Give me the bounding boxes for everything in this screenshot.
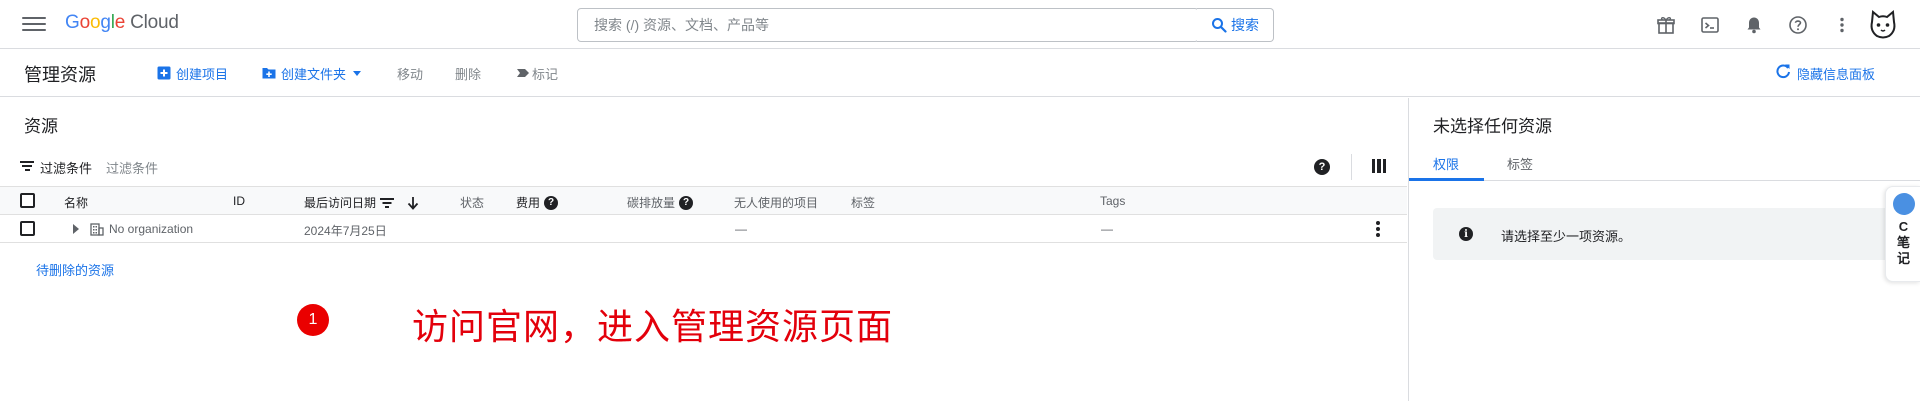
create-project-button[interactable]: 创建项目 [157,64,228,82]
select-all-checkbox[interactable] [20,193,35,208]
resources-title: 资源 [24,117,58,136]
chevron-down-icon [353,70,362,76]
step-number-badge: 1 [297,304,329,336]
carbon-help-icon[interactable]: ? [679,195,694,210]
annotation-text: 访问官网，进入管理资源页面 [412,307,894,348]
search-button[interactable]: 搜索 [1197,8,1274,42]
column-header-tags[interactable]: Tags [1100,194,1125,208]
help-icon[interactable] [1785,12,1811,38]
info-panel-tabs: 权限 标签 [1409,146,1920,181]
search-box [577,8,1199,42]
refresh-icon[interactable] [1774,62,1792,80]
help-icon[interactable]: ? [1314,159,1330,175]
more-vert-icon[interactable] [1829,12,1855,38]
folder-add-icon [262,68,276,79]
logo-cloud-text: Cloud [130,12,179,33]
info-message: 请选择至少一项资源。 [1501,229,1632,244]
side-widget-text: C 笔 记 [1896,219,1910,266]
filter-label[interactable]: 过滤条件 [40,158,92,177]
gift-icon[interactable] [1653,12,1679,38]
column-header-last-accessed[interactable]: 最后访问日期 [304,194,420,211]
delete-label: 删除 [455,66,482,82]
column-header-labels[interactable]: 标签 [851,194,875,211]
table-row[interactable]: No organization 2024年7月25日 — — [0,215,1407,243]
cat-avatar-icon [1870,10,1896,39]
filter-input[interactable]: 过滤条件 [106,158,158,177]
move-label: 移动 [397,66,424,82]
info-panel-title: 未选择任何资源 [1433,117,1552,136]
row-tags: — [1101,222,1113,236]
active-tab-indicator [1409,178,1484,181]
info-icon: i [1459,227,1473,241]
label-button[interactable]: 标记 [516,64,558,82]
column-display-icon[interactable] [1372,159,1386,173]
terminal-icon[interactable] [1697,12,1723,38]
tab-labels[interactable]: 标签 [1507,154,1533,173]
side-note-widget[interactable]: C 笔 记 [1885,186,1920,282]
cost-help-icon[interactable]: ? [544,195,559,210]
last-accessed-label: 最后访问日期 [304,196,377,210]
row-last-accessed: 2024年7月25日 [304,224,387,238]
organization-icon [90,223,104,236]
filter-list-icon[interactable] [20,161,34,173]
column-header-carbon[interactable]: 碳排放量 ? [627,194,694,211]
info-message-box: i 请选择至少一项资源。 [1433,208,1917,260]
info-panel: 未选择任何资源 权限 标签 i 请选择至少一项资源。 [1408,98,1920,401]
resources-panel: 资源 过滤条件 过滤条件 ? 名称 ID 最后访问日期 状态 费用 ? 碳排放量… [0,98,1407,401]
filter-bar: 过滤条件 过滤条件 ? [0,154,1407,184]
column-header-status[interactable]: 状态 [460,194,484,211]
table-header: 名称 ID 最后访问日期 状态 费用 ? 碳排放量 ? 无人使用的项目 标签 T… [0,186,1407,215]
column-filter-icon[interactable] [380,197,395,209]
avatar[interactable] [1866,8,1900,42]
row-checkbox[interactable] [20,221,35,236]
row-name[interactable]: No organization [109,222,193,236]
page-toolbar: 管理资源 创建项目 创建文件夹 移动 删除 标记 隐藏信息面板 [0,49,1920,97]
carbon-label: 碳排放量 [627,196,676,210]
add-box-icon [157,66,171,80]
hamburger-menu-icon[interactable] [18,12,50,36]
page-title: 管理资源 [24,65,96,85]
column-header-cost[interactable]: 费用 ? [516,194,559,211]
note-widget-icon [1893,193,1915,215]
search-icon [1212,18,1227,33]
create-project-label: 创建项目 [176,66,229,82]
hide-info-panel-button[interactable]: 隐藏信息面板 [1797,64,1875,83]
column-header-unused-projects[interactable]: 无人使用的项目 [734,194,818,211]
label-button-label: 标记 [532,66,559,82]
divider [1351,154,1352,180]
create-folder-button[interactable]: 创建文件夹 [262,64,362,82]
create-folder-label: 创建文件夹 [281,66,347,82]
row-more-vert-icon[interactable] [1376,221,1380,237]
search-input[interactable] [578,9,1198,41]
column-header-name[interactable]: 名称 [64,194,88,211]
column-header-id[interactable]: ID [233,194,245,208]
arrow-down-icon[interactable] [406,196,420,210]
top-bar: Google Cloud 搜索 [0,0,1920,49]
pending-deletion-link[interactable]: 待删除的资源 [36,260,114,279]
search-button-label: 搜索 [1231,17,1259,33]
row-unused: — [735,222,747,236]
bell-icon[interactable] [1741,12,1767,38]
google-cloud-logo[interactable]: Google Cloud [65,12,179,34]
move-button[interactable]: 移动 [397,64,423,82]
label-tag-icon [517,69,529,77]
expand-arrow-icon[interactable] [73,224,79,234]
cost-label: 费用 [516,196,541,210]
delete-button[interactable]: 删除 [455,64,481,82]
tab-permissions[interactable]: 权限 [1433,154,1459,173]
